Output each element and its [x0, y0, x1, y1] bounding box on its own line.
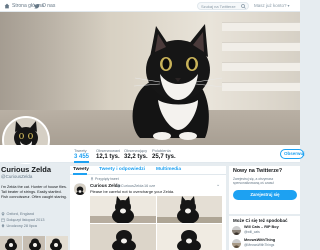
tweet-author-name[interactable]: Curious Zelda	[90, 183, 120, 188]
who-to-follow-card: Może Ci się też spodobać Will Cats – RIP…	[229, 216, 300, 250]
cat-thumbnail-image	[0, 236, 22, 250]
pinned-label-text: Przypięty tweet	[95, 177, 119, 181]
tweet-avatar[interactable]	[74, 183, 86, 195]
stat-value: 3 455	[74, 154, 90, 160]
chevron-down-icon[interactable]: ⌄	[216, 182, 220, 188]
tweet-photo[interactable]	[90, 223, 156, 250]
pin-icon	[90, 177, 94, 181]
profile-location: Oxford, England	[1, 212, 34, 216]
cat-photo-image	[156, 223, 222, 250]
timeline: Tweety Tweety i odpowiedzi Multimedia Pr…	[70, 166, 226, 250]
profile-joined: Dołączył listopad 2013	[1, 218, 45, 222]
balloon-icon	[1, 224, 5, 228]
chevron-down-icon: ▾	[287, 3, 290, 8]
search-placeholder: Szukaj na Twitterze	[201, 4, 236, 9]
login-prompt-label: Masz już konto?	[254, 3, 287, 8]
tweet-photo[interactable]	[156, 223, 222, 250]
cat-photo-image	[90, 223, 156, 250]
search-icon	[241, 4, 246, 9]
tweet-photo[interactable]	[156, 196, 222, 223]
home-icon	[4, 3, 10, 9]
timeline-tabs: Tweety Tweety i odpowiedzi Multimedia	[70, 166, 226, 175]
suggested-account-avatar[interactable]	[232, 226, 241, 235]
cat-thumbnail-image	[23, 236, 45, 250]
suggested-avatar-image	[232, 243, 241, 248]
stat-tweets[interactable]: Tweety 3 455	[74, 148, 90, 163]
twitter-bird-icon	[34, 4, 40, 9]
follow-button[interactable]: Obserwuj	[280, 149, 305, 159]
who-to-follow-title: Może Ci się też spodobać	[233, 218, 288, 223]
login-prompt[interactable]: Masz już konto? ▾	[254, 3, 290, 8]
stat-likes[interactable]: Polubienia 25,7 tys.	[152, 148, 176, 160]
suggested-avatar-image	[232, 230, 241, 235]
suggested-account[interactable]: MeowsWithThing @MeowsWithThings	[232, 238, 300, 250]
media-gallery-strip	[0, 236, 68, 250]
pinned-label: Przypięty tweet	[90, 177, 119, 181]
profile-handle[interactable]: @CuriousZelda	[1, 174, 32, 179]
stat-label: Tweety	[74, 148, 87, 153]
cat-photo-image	[90, 196, 156, 223]
nav-about-label: O nas	[42, 3, 56, 9]
tweet-media-grid	[90, 196, 222, 250]
stat-value: 32,2 tys.	[124, 154, 148, 160]
calendar-icon	[1, 218, 5, 222]
stat-label: Polubienia	[152, 148, 171, 153]
stat-value: 12,1 tys.	[96, 154, 120, 160]
tab-tweets[interactable]: Tweety	[73, 167, 89, 172]
search-input[interactable]: Szukaj na Twitterze	[197, 2, 249, 10]
suggested-account-handle: @MeowsWithThings	[244, 243, 275, 247]
profile-bio: I'm Zelda the cat. Hunter of house flies…	[1, 185, 67, 199]
profile-birthday-text: Urodzony 28 lipca	[6, 224, 37, 228]
profile-joined-text: Dołączył listopad 2013	[6, 218, 45, 222]
tweet-photo[interactable]	[90, 196, 156, 223]
stat-label: Obserwowani	[96, 148, 121, 153]
nav-about[interactable]: O nas	[34, 2, 55, 10]
signup-card-title: Nowy na Twitterze?	[233, 168, 283, 174]
pinned-tweet[interactable]: Przypięty tweet Curious Zelda @CuriousZe…	[70, 176, 226, 250]
cat-thumbnail-image	[46, 236, 68, 250]
signup-button[interactable]: Zarejestruj się	[233, 190, 297, 200]
suggested-account[interactable]: Will Cats – RIP Boy @will_cats	[232, 225, 300, 237]
profile-location-text: Oxford, England	[6, 212, 34, 216]
tweet-author-handle[interactable]: @CuriousZelda	[117, 184, 143, 188]
tweet-date[interactable]: 16 cze	[144, 184, 155, 188]
cat-photo-image	[156, 196, 222, 223]
suggested-account-handle: @will_cats	[244, 230, 260, 234]
suggested-account-name[interactable]: MeowsWithThing	[244, 238, 275, 242]
stat-followers[interactable]: Obserwujący 32,2 tys.	[124, 148, 148, 160]
stat-label: Obserwujący	[124, 148, 148, 153]
location-pin-icon	[1, 212, 5, 216]
suggested-account-avatar[interactable]	[232, 239, 241, 248]
tweet-avatar-image	[74, 184, 86, 195]
signup-card-description: Zarejestruj się, a otrzymasz spersonaliz…	[233, 177, 275, 186]
tab-tweets-and-replies[interactable]: Tweety i odpowiedzi	[99, 167, 145, 172]
tab-media[interactable]: Multimedia	[156, 167, 181, 172]
top-navigation-bar: Strona główna O nas Szukaj na Twitterze …	[0, 0, 300, 12]
stat-following[interactable]: Obserwowani 12,1 tys.	[96, 148, 120, 160]
stat-value: 25,7 tys.	[152, 154, 176, 160]
active-tab-indicator	[73, 173, 87, 175]
tweet-text: Please be careful not to overcharge your…	[90, 189, 175, 194]
suggested-account-name[interactable]: Will Cats – RIP Boy	[244, 225, 279, 229]
media-thumbnail[interactable]	[0, 236, 22, 250]
media-thumbnail[interactable]	[46, 236, 68, 250]
profile-birthday: Urodzony 28 lipca	[1, 224, 37, 228]
profile-stats-bar: Tweety 3 455 Obserwowani 12,1 tys. Obser…	[0, 145, 305, 163]
signup-card: Nowy na Twitterze? Zarejestruj się, a ot…	[229, 166, 300, 214]
profile-name: Curious Zelda	[1, 165, 52, 174]
media-thumbnail[interactable]	[23, 236, 45, 250]
